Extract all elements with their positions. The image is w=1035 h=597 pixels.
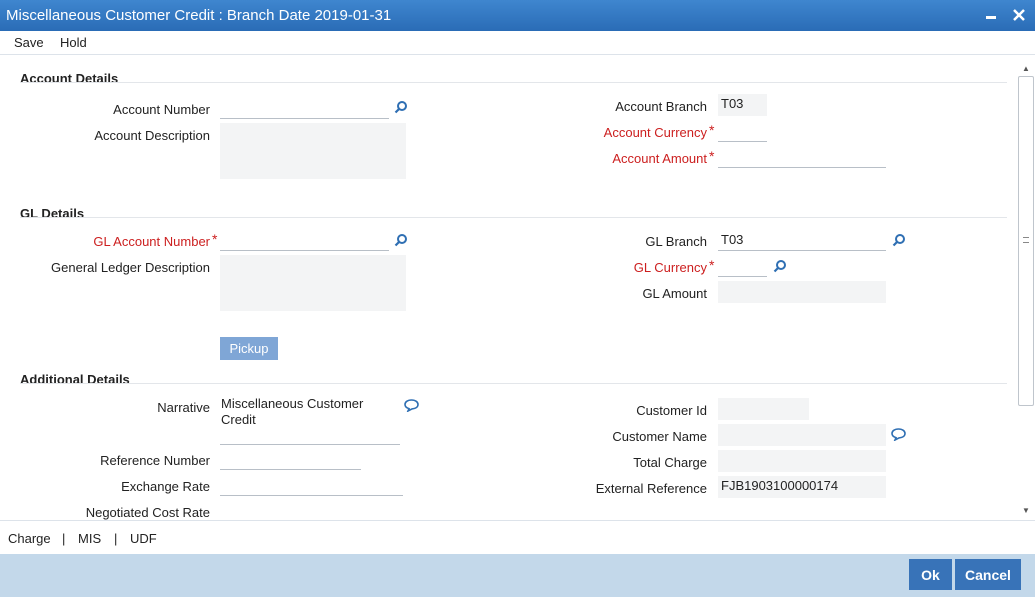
gl-amount-label: GL Amount [642, 286, 707, 301]
customer-name-field [718, 424, 886, 446]
vertical-scrollbar[interactable]: ▲ ▼ [1017, 62, 1035, 520]
gl-account-number-input[interactable] [220, 229, 389, 251]
narrative-value[interactable]: Miscellaneous Customer Credit [221, 396, 391, 428]
hold-menu-item[interactable]: Hold [60, 35, 87, 50]
comment-icon[interactable] [891, 428, 906, 441]
negotiated-cost-rate-label: Negotiated Cost Rate [85, 505, 210, 520]
search-icon[interactable] [394, 100, 408, 114]
account-details-heading: Account Details [20, 71, 119, 86]
link-separator: | [62, 531, 66, 546]
cancel-button[interactable]: Cancel [955, 559, 1021, 590]
account-branch-field: T03 [718, 94, 767, 116]
minimize-icon[interactable] [980, 4, 1002, 26]
customer-id-field [718, 398, 809, 420]
scroll-down-icon[interactable]: ▼ [1021, 506, 1031, 516]
gl-description-field [220, 255, 406, 311]
gl-description-label: General Ledger Description [51, 260, 210, 275]
account-amount-label: Account Amount [612, 151, 707, 166]
external-reference-field: FJB1903100000174 [718, 476, 886, 498]
footer-bar: Ok Cancel [0, 554, 1035, 597]
gl-account-number-label: GL Account Number [93, 234, 210, 249]
additional-details-heading: Additional Details [20, 372, 130, 387]
form-content: Account Details Account Number Account D… [0, 55, 1017, 520]
reference-number-input[interactable] [220, 448, 361, 470]
gl-branch-label: GL Branch [645, 234, 707, 249]
narrative-label: Narrative [157, 400, 210, 415]
search-icon[interactable] [892, 233, 906, 247]
link-separator: | [114, 531, 118, 546]
pickup-button[interactable]: Pickup [220, 337, 278, 360]
external-reference-value: FJB1903100000174 [721, 478, 839, 493]
udf-link[interactable]: UDF [130, 531, 157, 546]
total-charge-field [718, 450, 886, 472]
search-icon[interactable] [773, 259, 787, 273]
account-currency-input[interactable] [718, 120, 767, 142]
customer-id-label: Customer Id [636, 403, 707, 418]
menu-bar: Save Hold [0, 31, 1035, 55]
grip-icon [1023, 237, 1029, 243]
account-branch-value: T03 [721, 96, 744, 111]
account-description-label: Account Description [94, 128, 210, 143]
gl-details-heading: GL Details [20, 206, 85, 221]
gl-currency-input[interactable] [718, 255, 767, 277]
external-reference-label: External Reference [595, 481, 707, 496]
account-amount-input[interactable] [718, 146, 886, 168]
subsystem-links: Charge | MIS | UDF [0, 520, 1035, 554]
gl-currency-label: GL Currency [633, 260, 707, 275]
scroll-up-icon[interactable]: ▲ [1021, 64, 1031, 74]
customer-name-label: Customer Name [612, 429, 707, 444]
section-divider [20, 82, 1007, 83]
required-marker: * [709, 257, 715, 273]
required-marker: * [212, 231, 218, 247]
narrative-underline [220, 444, 400, 445]
scroll-thumb[interactable] [1018, 76, 1034, 406]
exchange-rate-label: Exchange Rate [121, 479, 210, 494]
charge-link[interactable]: Charge [8, 531, 51, 546]
account-branch-label: Account Branch [615, 99, 707, 114]
close-icon[interactable] [1008, 4, 1030, 26]
total-charge-label: Total Charge [633, 455, 707, 470]
gl-amount-field [718, 281, 886, 303]
account-number-label: Account Number [113, 102, 210, 117]
account-description-field [220, 123, 406, 179]
section-divider [20, 383, 1007, 384]
required-marker: * [709, 122, 715, 138]
ok-button[interactable]: Ok [909, 559, 952, 590]
search-icon[interactable] [394, 233, 408, 247]
mis-link[interactable]: MIS [78, 531, 101, 546]
save-menu-item[interactable]: Save [14, 35, 44, 50]
account-number-input[interactable] [220, 97, 389, 119]
required-marker: * [709, 148, 715, 164]
reference-number-label: Reference Number [100, 453, 210, 468]
account-currency-label: Account Currency [603, 125, 707, 140]
window-title: Miscellaneous Customer Credit : Branch D… [6, 7, 392, 24]
comment-icon[interactable] [404, 399, 419, 412]
window-titlebar: Miscellaneous Customer Credit : Branch D… [0, 0, 1035, 31]
gl-branch-input[interactable] [718, 229, 886, 251]
section-divider [20, 217, 1007, 218]
exchange-rate-input[interactable] [220, 474, 403, 496]
